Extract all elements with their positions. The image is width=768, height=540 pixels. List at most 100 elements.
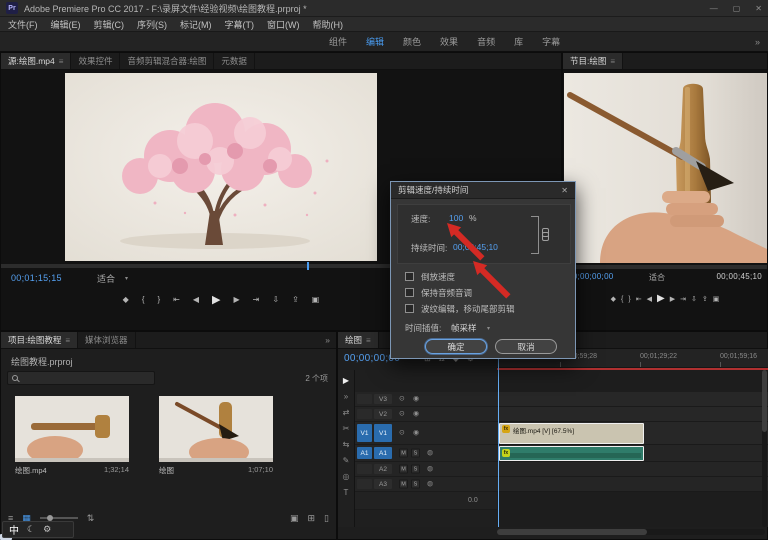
mark-in-icon[interactable]: { — [621, 296, 623, 303]
source-zoom-select[interactable]: 适合 — [97, 272, 115, 285]
sync-lock-icon[interactable]: ⊙ — [399, 430, 405, 437]
track-select-tool[interactable]: » — [344, 392, 348, 401]
tab-audio-clip-mixer[interactable]: 音频剪辑混合器:绘图 — [120, 53, 214, 69]
audio-clip[interactable]: fx — [499, 446, 644, 461]
scroll-thumb[interactable] — [497, 529, 647, 535]
mic-icon[interactable]: ◍ — [427, 481, 433, 488]
workspace-tab-audio[interactable]: 音频 — [477, 35, 495, 48]
playhead-line[interactable] — [498, 359, 499, 527]
tab-source-clip[interactable]: 源:绘图.mp4 ≡ — [1, 53, 71, 69]
video-clip[interactable]: fx 绘图.mp4 [V] [67.5%] — [499, 423, 644, 444]
menu-sequence[interactable]: 序列(S) — [137, 18, 167, 31]
mic-icon[interactable]: ◍ — [427, 450, 433, 457]
zoom-slider[interactable] — [40, 517, 78, 519]
menu-title[interactable]: 字幕(T) — [225, 18, 255, 31]
tab-effect-controls[interactable]: 效果控件 — [71, 53, 120, 69]
new-item-icon[interactable]: ⊞ — [308, 513, 316, 524]
solo-button[interactable]: S — [411, 480, 420, 489]
step-back-icon[interactable]: ◀ — [193, 296, 199, 304]
tab-program[interactable]: 节目:绘图 ≡ — [563, 53, 623, 69]
menu-window[interactable]: 窗口(W) — [267, 18, 300, 31]
extract-icon[interactable]: ⇪ — [702, 296, 708, 303]
pen-tool[interactable]: ✎ — [343, 456, 350, 465]
tab-metadata[interactable]: 元数据 — [214, 53, 255, 69]
sort-icon[interactable]: ⇅ — [87, 513, 95, 524]
tab-media-browser[interactable]: 媒体浏览器 — [78, 332, 136, 348]
eye-icon[interactable]: ◉ — [413, 396, 419, 403]
workspace-tab-libraries[interactable]: 库 — [514, 35, 523, 48]
speed-value[interactable]: 100 — [449, 213, 463, 223]
workspace-tab-editing[interactable]: 编辑 — [366, 35, 384, 48]
hand-tool[interactable]: ◎ — [343, 472, 350, 481]
duration-value[interactable]: 00;00;45;10 — [453, 242, 498, 252]
maximize-button[interactable]: ▢ — [733, 4, 741, 13]
maintain-pitch-checkbox[interactable] — [405, 288, 414, 297]
lane-a3[interactable] — [497, 477, 768, 492]
solo-button[interactable]: S — [411, 465, 420, 474]
ok-button[interactable]: 确定 — [425, 339, 487, 354]
timeline-hscrollbar[interactable] — [497, 529, 765, 535]
mark-out-icon[interactable]: } — [628, 296, 630, 303]
type-tool[interactable]: T — [344, 488, 349, 497]
export-frame-icon[interactable]: ▣ — [312, 296, 320, 304]
new-bin-icon[interactable]: ▣ — [290, 513, 299, 524]
dialog-title-bar[interactable]: 剪辑速度/持续时间 ✕ — [391, 182, 575, 199]
moon-icon[interactable]: ☾ — [27, 524, 35, 535]
mute-button[interactable]: M — [399, 449, 408, 458]
panel-menu-icon[interactable]: ≡ — [65, 336, 70, 345]
panel-menu-icon[interactable]: ≡ — [59, 57, 64, 66]
add-marker-icon[interactable]: ◆ — [611, 296, 616, 303]
lift-icon[interactable]: ⇩ — [691, 296, 697, 303]
track-name[interactable]: A2 — [374, 464, 392, 474]
master-gain[interactable]: 0.0 — [468, 497, 478, 504]
add-marker-icon[interactable]: ◆ — [123, 296, 129, 304]
source-patch-a1[interactable]: A1 — [357, 447, 372, 459]
step-forward-icon[interactable]: ▶ — [670, 296, 675, 303]
mute-button[interactable]: M — [399, 480, 408, 489]
slip-tool[interactable]: ⇆ — [343, 440, 350, 449]
panel-overflow-icon[interactable]: » — [325, 332, 336, 348]
mark-out-icon[interactable]: } — [158, 296, 161, 304]
go-to-in-icon[interactable]: ⇤ — [636, 296, 642, 303]
mute-button[interactable]: M — [399, 465, 408, 474]
program-zoom-select[interactable]: 适合 — [649, 272, 665, 283]
mark-in-icon[interactable]: { — [142, 296, 145, 304]
step-forward-icon[interactable]: ▶ — [234, 296, 240, 304]
workspace-tab-assembly[interactable]: 组件 — [329, 35, 347, 48]
source-patch-v1[interactable]: V1 — [357, 424, 372, 442]
lane-a2[interactable] — [497, 462, 768, 477]
menu-clip[interactable]: 剪辑(C) — [94, 18, 125, 31]
clip-name[interactable]: 绘图.mp4 — [15, 465, 47, 476]
cancel-button[interactable]: 取消 — [495, 339, 557, 354]
workspace-tab-effects[interactable]: 效果 — [440, 35, 458, 48]
workspace-tab-color[interactable]: 颜色 — [403, 35, 421, 48]
project-item-mp4[interactable]: 绘图.mp4 1;32;14 — [15, 396, 129, 476]
play-icon[interactable]: ▶ — [212, 295, 220, 306]
go-to-in-icon[interactable]: ⇤ — [173, 296, 180, 304]
lane-v2[interactable] — [497, 407, 768, 422]
insert-icon[interactable]: ⇩ — [272, 296, 279, 304]
eye-icon[interactable]: ◉ — [413, 430, 419, 437]
panel-menu-icon[interactable]: ≡ — [610, 57, 615, 66]
track-name[interactable]: V3 — [374, 394, 392, 404]
ripple-edit-checkbox[interactable] — [405, 304, 414, 313]
timeline-vscrollbar[interactable] — [762, 370, 767, 527]
go-to-out-icon[interactable]: ⇥ — [253, 296, 260, 304]
trash-icon[interactable]: ▯ — [324, 513, 329, 524]
track-name[interactable]: A1 — [374, 447, 392, 459]
reverse-speed-checkbox[interactable] — [405, 272, 414, 281]
minimize-button[interactable]: — — [710, 4, 718, 13]
workspace-overflow-icon[interactable]: » — [755, 37, 760, 47]
eye-icon[interactable]: ◉ — [413, 411, 419, 418]
program-scrubber[interactable] — [563, 265, 767, 269]
lane-v3[interactable] — [497, 392, 768, 407]
gear-icon[interactable]: ⚙ — [43, 524, 51, 535]
tab-sequence[interactable]: 绘图 ≡ — [338, 332, 379, 348]
search-input[interactable] — [7, 371, 155, 385]
menu-help[interactable]: 帮助(H) — [313, 18, 344, 31]
export-frame-icon[interactable]: ▣ — [713, 296, 720, 303]
track-name[interactable]: V1 — [374, 424, 392, 442]
project-item-sequence[interactable]: 绘图 1;07;10 — [159, 396, 273, 476]
solo-button[interactable]: S — [411, 449, 420, 458]
selection-tool[interactable]: ▶ — [343, 376, 349, 385]
